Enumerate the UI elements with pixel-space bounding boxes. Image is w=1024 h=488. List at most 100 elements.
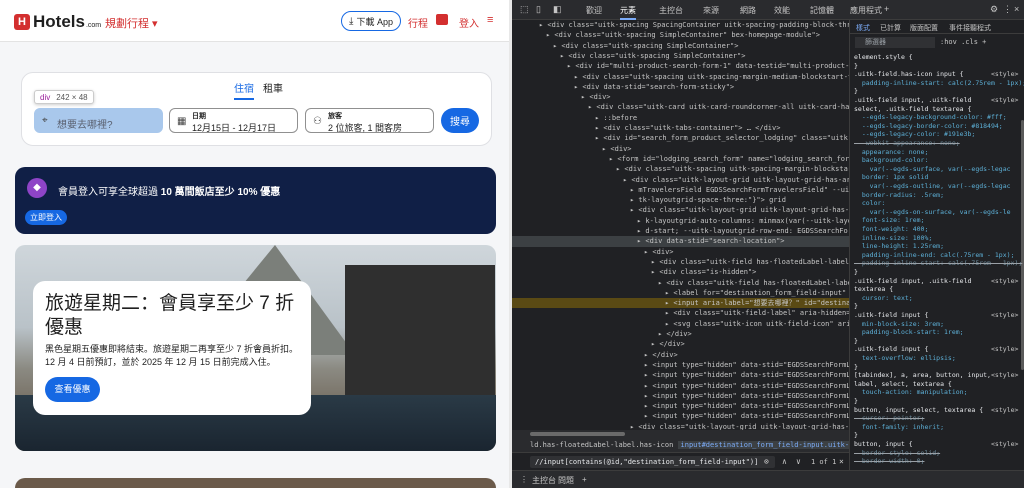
more-options-icon[interactable]: ⋮ — [1003, 4, 1012, 15]
css-property-line[interactable]: text-overflow: ellipsis; — [854, 354, 956, 364]
dom-node-line[interactable]: ▸ <input type="hidden" data-stid="EGDSSe… — [512, 381, 849, 391]
css-property-line[interactable]: touch-action: manipulation; — [854, 388, 968, 398]
close-find-icon[interactable]: × — [839, 457, 844, 466]
dom-node-line[interactable]: ▸ <div class="uitk-spacing uitk-spacing-… — [512, 164, 849, 174]
view-deals-button[interactable]: 查看優惠 — [45, 377, 100, 402]
elements-hscrollbar[interactable] — [512, 430, 849, 438]
dom-node-line[interactable]: ▸ ::before — [512, 113, 849, 123]
drawer-tab-console[interactable]: 主控台 — [532, 475, 556, 486]
tab-stays[interactable]: 住宿 — [234, 80, 254, 100]
css-selector-line[interactable]: element.style { — [854, 53, 913, 63]
dom-node-line[interactable]: ▸ <div class="uitk-card uitk-card-roundc… — [512, 102, 849, 112]
dom-node-line[interactable]: ▸ mTravelersField EGDSSearchFormTraveler… — [512, 185, 849, 195]
css-property-line[interactable]: cursor: text; — [854, 294, 913, 304]
tab-cars[interactable]: 租車 — [263, 80, 283, 95]
dom-node-line[interactable]: ▸ <div class="uitk-layout-grid uitk-layo… — [512, 205, 849, 215]
dom-node-line[interactable]: ▸ <div data-stid="search-location"> — [512, 236, 849, 247]
dom-node-line[interactable]: ▸ <div id="multi-product-search-form-1" … — [512, 61, 849, 71]
search-button[interactable]: 搜尋 — [441, 108, 479, 133]
tab-computed[interactable]: 已計算 — [880, 23, 901, 33]
dom-node-line[interactable]: ▸ <input type="hidden" data-stid="EGDSSe… — [512, 401, 849, 411]
device-toolbar-icon[interactable]: ▯ — [536, 4, 541, 15]
tab-console[interactable]: 主控台 — [659, 5, 683, 16]
dom-node-line[interactable]: ▸ <div id="search_form_product_selector_… — [512, 133, 849, 143]
css-property-line[interactable]: padding-inline-start: calc(.75rem - 1px)… — [854, 259, 1022, 269]
dom-node-line[interactable]: ▸ </div> — [512, 350, 849, 360]
add-tab-icon[interactable]: + — [884, 4, 889, 14]
dom-node-line[interactable]: ▸ <input type="hidden" data-stid="EGDSSe… — [512, 360, 849, 370]
dom-node-line[interactable]: ▸ <label for="destination_form_field-inp… — [512, 288, 849, 298]
dom-node-line[interactable]: ▸ <div class="uitk-tabs-container"> … </… — [512, 123, 849, 133]
inspect-element-icon[interactable]: ⬚ — [520, 4, 529, 15]
styles-toolbar[interactable]: :hov .cls + — [940, 38, 986, 46]
close-devtools-icon[interactable]: × — [1014, 4, 1019, 14]
panel-toggle-icon[interactable]: ◧ — [553, 4, 562, 15]
css-source-link[interactable]: <style> — [991, 406, 1018, 416]
dom-node-line[interactable]: ▸ <div> — [512, 144, 849, 154]
scroll-thumb[interactable] — [530, 432, 625, 436]
styles-filter-input[interactable]: 篩選器 — [855, 37, 935, 48]
tab-performance[interactable]: 效能 — [774, 5, 790, 16]
dom-node-line[interactable]: ▸ <div class="uitk-spacing SimpleContain… — [512, 30, 849, 40]
dom-node-line[interactable]: ▸ <div class="uitk-spacing uitk-spacing-… — [512, 72, 849, 82]
destination-field[interactable]: ⌖ 想要去哪裡? — [34, 108, 163, 133]
css-source-link[interactable]: <style> — [991, 96, 1018, 106]
clear-icon[interactable]: ⊗ — [764, 457, 769, 466]
css-source-link[interactable]: <style> — [991, 311, 1018, 321]
drawer-tab-issues[interactable]: 問題 — [558, 475, 574, 486]
tab-welcome[interactable]: 歡迎 — [586, 5, 602, 16]
dom-node-line[interactable]: ▸ <div> — [512, 247, 849, 257]
dom-node-line[interactable]: ▸ <input aria-label="想要去哪裡？" id="destina… — [512, 298, 849, 309]
tab-elements[interactable]: 元素 — [620, 5, 636, 20]
dom-node-line[interactable]: ▸ <div class="uitk-spacing SpacingContai… — [512, 20, 849, 30]
messages-icon[interactable] — [436, 14, 448, 25]
css-property-line[interactable]: font-family: inherit; — [854, 423, 944, 433]
settings-icon[interactable]: ⚙ — [990, 4, 998, 15]
dom-node-line[interactable]: ▸ <div class="uitk-field has-floatedLabe… — [512, 257, 849, 267]
tab-sources[interactable]: 來源 — [703, 5, 719, 16]
dom-node-line[interactable]: ▸ <input type="hidden" data-stid="EGDSSe… — [512, 411, 849, 421]
css-source-link[interactable]: <style> — [991, 277, 1018, 287]
css-property-line[interactable]: padding-block-start: 1rem; — [854, 328, 964, 338]
css-property-line[interactable]: padding-inline-start: calc(2.75rem - 1px… — [854, 79, 1024, 89]
next-match-icon[interactable]: ∨ — [796, 457, 801, 466]
tab-network[interactable]: 網路 — [740, 5, 756, 16]
find-input[interactable]: //input[contains(@id,"destination_form_f… — [530, 456, 775, 468]
dom-node-line[interactable]: ▸ <div class="uitk-layout-grid uitk-layo… — [512, 422, 849, 430]
login-link[interactable]: 登入 — [459, 15, 479, 30]
dates-field[interactable]: ▦ 日期 12月15日 - 12月17日 — [169, 108, 298, 133]
dom-node-line[interactable]: ▸ <div class="uitk-field-label" aria-hid… — [512, 308, 849, 318]
css-source-link[interactable]: <style> — [991, 440, 1018, 450]
tab-event-listeners[interactable]: 事件接聽程式 — [949, 23, 991, 33]
breadcrumb-item-current[interactable]: input#destination_form_field-input.uitk-… — [677, 441, 849, 449]
drawer-menu-icon[interactable]: ⋮ — [520, 475, 528, 484]
dom-node-line[interactable]: ▸ tk-layoutgrid-space-three:"}"> grid — [512, 195, 849, 205]
dom-node-line[interactable]: ▸ <div class="is-hidden"> — [512, 267, 849, 277]
dom-node-line[interactable]: ▸ <div class="uitk-field has-floatedLabe… — [512, 278, 849, 288]
breadcrumb-item[interactable]: ld.has-floatedLabel-label.has-icon — [530, 441, 673, 449]
dom-node-line[interactable]: ▸ <form id="lodging_search_form" name="l… — [512, 154, 849, 164]
hotels-logo[interactable]: H Hotels .com — [14, 12, 101, 32]
dom-node-line[interactable]: ▸ <div class="uitk-spacing SimpleContain… — [512, 51, 849, 61]
tab-layout[interactable]: 版面配置 — [910, 23, 938, 33]
hamburger-menu-icon[interactable]: ≡ — [487, 14, 493, 26]
css-property-line[interactable]: border-width: 0; — [854, 457, 925, 467]
download-app-button[interactable]: ⤓ 下載 App — [341, 11, 401, 31]
css-source-link[interactable]: <style> — [991, 345, 1018, 355]
dom-node-line[interactable]: ▸ k-layoutgrid-auto-columns: minmax(var(… — [512, 216, 849, 226]
dom-node-line[interactable]: ▸ <div class="uitk-spacing SimpleContain… — [512, 41, 849, 51]
dom-node-line[interactable]: ▸ <div class="uitk-layout-grid uitk-layo… — [512, 175, 849, 185]
drawer-add-icon[interactable]: + — [582, 475, 587, 484]
css-source-link[interactable]: <style> — [991, 371, 1018, 381]
dom-node-line[interactable]: ▸ </div> — [512, 329, 849, 339]
prev-match-icon[interactable]: ∧ — [782, 457, 787, 466]
dom-node-line[interactable]: ▸ d-start; --uitk-layoutgrid-row-end: EG… — [512, 226, 849, 236]
plan-trip-menu[interactable]: 規劃行程 ▾ — [105, 15, 158, 31]
tab-application[interactable]: 應用程式 — [850, 5, 882, 16]
dom-node-line[interactable]: ▸ </div> — [512, 339, 849, 349]
tab-styles[interactable]: 樣式 — [856, 23, 870, 33]
dom-node-line[interactable]: ▸ <div data-stid="search-form-sticky"> — [512, 82, 849, 92]
dom-node-line[interactable]: ▸ <input type="hidden" data-stid="EGDSSe… — [512, 391, 849, 401]
trips-link[interactable]: 行程 — [408, 15, 428, 30]
elements-tree[interactable]: ▸ <div class="uitk-spacing SpacingContai… — [512, 20, 849, 430]
